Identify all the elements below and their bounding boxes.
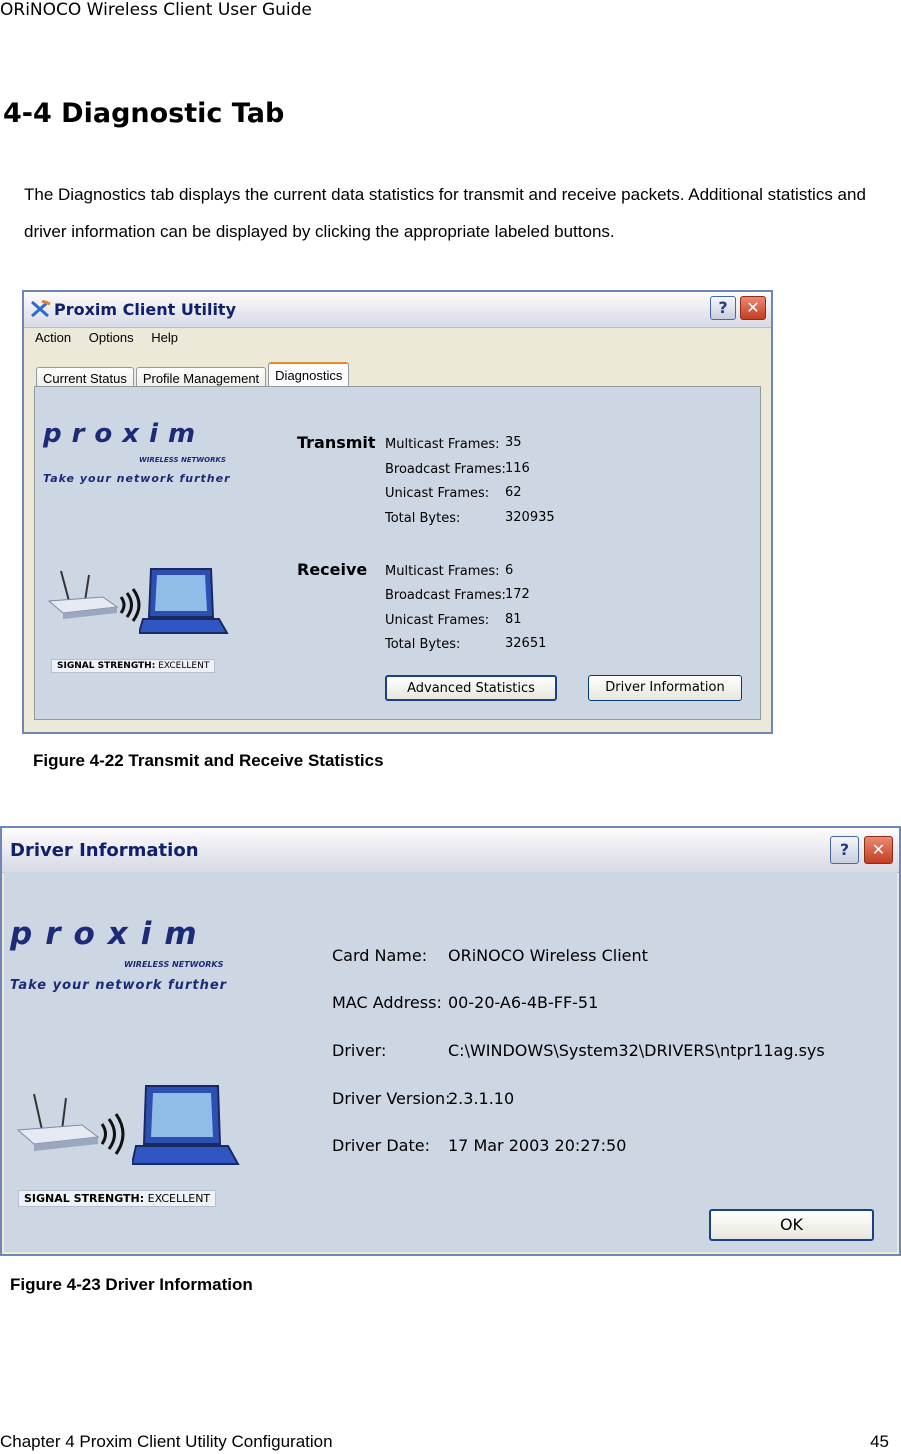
card-name-label: Card Name:	[332, 946, 428, 965]
help-button[interactable]: ?	[710, 296, 736, 320]
intro-paragraph: The Diagnostics tab displays the current…	[24, 185, 866, 241]
proxim-x-icon	[31, 300, 51, 318]
tx-multicast-label: Multicast Frames:	[385, 437, 500, 452]
ok-button[interactable]: OK	[709, 1209, 874, 1241]
close-button[interactable]: ✕	[864, 836, 893, 864]
driver-date-value: 17 Mar 2003 20:27:50	[448, 1136, 627, 1155]
logo-tagline: Take your network further	[10, 978, 228, 993]
logo-tagline: Take your network further	[43, 472, 231, 485]
menu-action[interactable]: Action	[35, 330, 71, 345]
laptop-icon	[139, 568, 229, 634]
logo-subtitle: WIRELESS NETWORKS	[124, 960, 224, 969]
rx-multicast-value: 6	[505, 563, 514, 578]
driver-label: Driver:	[332, 1041, 387, 1060]
signal-strength-badge: SIGNAL STRENGTH: EXCELLENT	[18, 1190, 217, 1207]
driver-version-value: 2.3.1.10	[448, 1089, 515, 1108]
tx-total-bytes-label: Total Bytes:	[385, 511, 461, 526]
logo-wordmark: proxim	[43, 419, 206, 449]
driver-information-button[interactable]: Driver Information	[588, 675, 742, 701]
close-button[interactable]: ✕	[740, 296, 766, 320]
menu-help[interactable]: Help	[151, 330, 178, 345]
rx-total-bytes-label: Total Bytes:	[385, 637, 461, 652]
rx-total-bytes-value: 32651	[505, 636, 547, 651]
signal-strength-badge: SIGNAL STRENGTH: EXCELLENT	[51, 659, 216, 673]
window-title: Driver Information	[10, 840, 199, 861]
window-titlebar: Driver Information ? ✕	[2, 828, 899, 873]
rx-broadcast-value: 172	[505, 587, 530, 602]
tx-total-bytes-value: 320935	[505, 510, 555, 525]
footer-chapter: Chapter 4 Proxim Client Utility Configur…	[0, 1432, 333, 1451]
tx-broadcast-value: 116	[505, 461, 530, 476]
rx-multicast-label: Multicast Frames:	[385, 564, 500, 579]
menu-bar: Action Options Help	[28, 330, 185, 345]
rx-broadcast-label: Broadcast Frames:	[385, 588, 506, 603]
card-name-value: ORiNOCO Wireless Client	[448, 946, 648, 965]
figure-caption-4-22: Figure 4-22 Transmit and Receive Statist…	[33, 751, 384, 770]
driver-value: C:\WINDOWS\System32\DRIVERS\ntpr11ag.sys	[448, 1041, 825, 1060]
menu-options[interactable]: Options	[89, 330, 134, 345]
signal-strength-value: EXCELLENT	[158, 661, 210, 671]
signal-strength-label: SIGNAL STRENGTH:	[24, 1192, 145, 1205]
document-header: ORiNOCO Wireless Client User Guide	[0, 0, 312, 20]
tx-unicast-value: 62	[505, 485, 522, 500]
laptop-icon	[132, 1085, 240, 1165]
transmit-heading: Transmit	[297, 433, 376, 452]
rx-unicast-value: 81	[505, 612, 522, 627]
section-title: 4-4 Diagnostic Tab	[3, 98, 285, 129]
driver-info-panel: proxim WIRELESS NETWORKS Take your netwo…	[4, 872, 897, 1252]
figure-caption-4-23: Figure 4-23 Driver Information	[10, 1275, 253, 1294]
advanced-statistics-button[interactable]: Advanced Statistics	[385, 675, 557, 701]
diagnostics-panel: proxim WIRELESS NETWORKS Take your netwo…	[34, 386, 761, 720]
tx-unicast-label: Unicast Frames:	[385, 486, 490, 501]
window-title: Proxim Client Utility	[54, 300, 236, 319]
driver-date-label: Driver Date:	[332, 1136, 430, 1155]
logo-wordmark: proxim	[10, 916, 210, 952]
proxim-client-utility-window: Proxim Client Utility ? ✕ Action Options…	[22, 290, 773, 734]
window-titlebar: Proxim Client Utility ? ✕	[24, 292, 771, 328]
tab-strip: Current Status Profile Management Diagnost…	[36, 362, 351, 390]
mac-address-value: 00-20-A6-4B-FF-51	[448, 993, 599, 1012]
access-point-icon	[47, 570, 141, 622]
tx-broadcast-label: Broadcast Frames:	[385, 462, 506, 477]
logo-subtitle: WIRELESS NETWORKS	[139, 456, 226, 464]
receive-heading: Receive	[297, 560, 368, 579]
signal-strength-label: SIGNAL STRENGTH:	[57, 661, 156, 671]
tx-multicast-value: 35	[505, 435, 522, 450]
access-point-icon	[16, 1093, 125, 1155]
page-number: 45	[870, 1432, 889, 1451]
rx-unicast-label: Unicast Frames:	[385, 613, 490, 628]
driver-information-window: Driver Information ? ✕ proxim WIRELESS N…	[0, 826, 901, 1256]
mac-address-label: MAC Address:	[332, 993, 442, 1012]
signal-strength-value: EXCELLENT	[147, 1192, 211, 1205]
help-button[interactable]: ?	[830, 836, 859, 864]
driver-version-label: Driver Version:	[332, 1089, 451, 1108]
